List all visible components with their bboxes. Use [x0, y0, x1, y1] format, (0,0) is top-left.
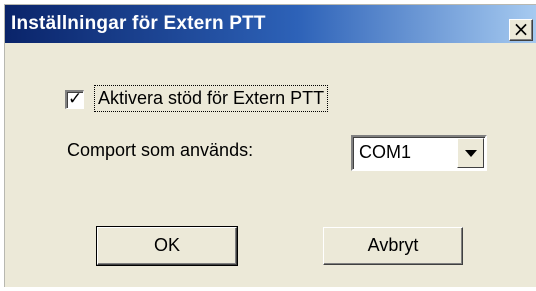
window-title: Inställningar för Extern PTT: [11, 13, 266, 34]
focus-rectangle[interactable]: Aktivera stöd för Extern PTT: [94, 85, 329, 112]
dropdown-button[interactable]: [457, 138, 484, 168]
close-button[interactable]: ×: [509, 19, 533, 41]
checkmark-icon: ✓: [68, 89, 83, 109]
ok-button[interactable]: OK: [96, 226, 238, 266]
settings-dialog: Inställningar för Extern PTT × ✓ Aktiver…: [4, 4, 536, 287]
cancel-button[interactable]: Avbryt: [323, 227, 463, 265]
comport-label: Comport som används:: [67, 140, 254, 160]
title-bar[interactable]: Inställningar för Extern PTT ×: [5, 5, 536, 43]
comport-selected-value: COM1: [359, 142, 412, 162]
dropdown-arrow-icon: [465, 150, 477, 157]
enable-ptt-checkbox[interactable]: ✓: [65, 89, 84, 109]
close-icon: ×: [512, 17, 530, 41]
comport-select[interactable]: COM1: [351, 135, 487, 171]
enable-ptt-label[interactable]: Aktivera stöd för Extern PTT: [98, 88, 324, 108]
